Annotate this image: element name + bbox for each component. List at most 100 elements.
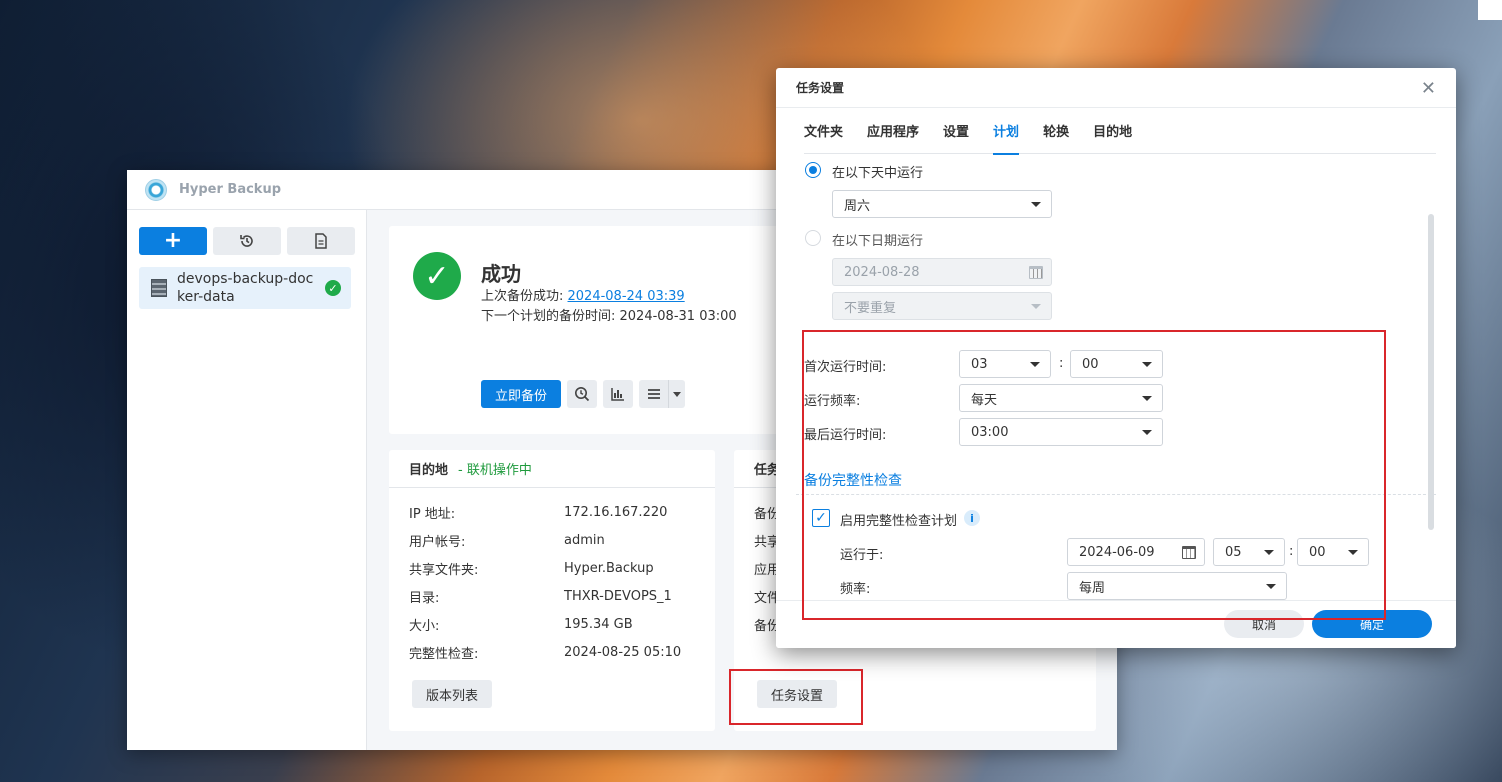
destination-title: 目的地 <box>409 463 449 478</box>
cancel-button[interactable]: 取消 <box>1224 610 1304 638</box>
tab-destination[interactable]: 目的地 <box>1093 108 1132 154</box>
calendar-icon <box>1182 546 1196 559</box>
tab-rotation[interactable]: 轮换 <box>1043 108 1069 154</box>
enable-integrity-checkbox[interactable]: ✓ <box>812 509 830 527</box>
log-button[interactable] <box>287 227 355 255</box>
last-run-select[interactable]: 03:00 <box>959 418 1163 446</box>
run-on-days-radio[interactable] <box>805 162 821 178</box>
info-value: 2024-08-25 05:10 <box>564 644 682 660</box>
run-at-label: 运行于: <box>840 548 884 563</box>
chevron-down-icon <box>1266 584 1276 589</box>
integrity-frequency-label: 频率: <box>840 582 871 597</box>
ok-button[interactable]: 确定 <box>1312 610 1432 638</box>
info-row: 目录: THXR-DEVOPS_1 <box>409 582 705 610</box>
next-backup-line: 下一个计划的备份时间: 2024-08-31 03:00 <box>481 309 737 324</box>
last-backup-link[interactable]: 2024-08-24 03:39 <box>568 289 685 304</box>
calendar-icon <box>1029 266 1043 279</box>
destination-header: 目的地 - 联机操作中 <box>389 450 715 488</box>
task-settings-dialog: 任务设置 ✕ 文件夹 应用程序 设置 计划 轮换 目的地 在以下天中运行 周六 … <box>776 68 1456 648</box>
frequency-select[interactable]: 每天 <box>959 384 1163 412</box>
status-title: 成功 <box>481 262 521 286</box>
info-row: 用户帐号: admin <box>409 526 705 554</box>
time-separator: : <box>1289 544 1294 559</box>
chevron-down-icon <box>1031 304 1041 309</box>
first-run-minute-select[interactable]: 00 <box>1070 350 1163 378</box>
info-row: 大小: 195.34 GB <box>409 610 705 638</box>
info-row: IP 地址: 172.16.167.220 <box>409 498 705 526</box>
integrity-hour-select[interactable]: 05 <box>1213 538 1285 566</box>
destination-card: 目的地 - 联机操作中 IP 地址: 172.16.167.220 用户帐号: ad… <box>389 450 715 731</box>
repeat-select[interactable]: 不要重复 <box>832 292 1052 320</box>
destination-info-table: IP 地址: 172.16.167.220 用户帐号: admin 共享文件夹: Hy… <box>409 498 705 666</box>
info-key: IP 地址: <box>409 506 456 522</box>
tab-applications[interactable]: 应用程序 <box>867 108 919 154</box>
day-select[interactable]: 周六 <box>832 190 1052 218</box>
info-row: 完整性检查: 2024-08-25 05:10 <box>409 638 705 666</box>
chevron-down-icon <box>1030 362 1040 367</box>
last-backup-line: 上次备份成功: 2024-08-24 03:39 <box>481 285 685 304</box>
date-field[interactable]: 2024-08-28 <box>832 258 1052 286</box>
document-icon <box>315 233 327 249</box>
day-select-value: 周六 <box>844 198 871 214</box>
success-check-icon: ✓ <box>413 252 461 300</box>
dialog-scrollbar[interactable] <box>1428 214 1434 530</box>
first-run-hour-value: 03 <box>971 356 988 372</box>
integrity-minute-select[interactable]: 00 <box>1297 538 1369 566</box>
info-key: 目录: <box>409 590 440 606</box>
version-browser-button[interactable] <box>567 380 597 408</box>
add-task-button[interactable]: + <box>139 227 207 255</box>
integrity-date-field[interactable]: 2024-06-09 <box>1067 538 1205 566</box>
tab-schedule[interactable]: 计划 <box>993 108 1020 155</box>
tab-settings[interactable]: 设置 <box>943 108 969 154</box>
run-on-date-label: 在以下日期运行 <box>832 234 924 249</box>
info-value: Hyper.Backup <box>564 560 654 576</box>
status-card: ✓ 成功 上次备份成功: 2024-08-24 03:39 下一个计划的备份时间… <box>389 226 809 434</box>
last-backup-label: 上次备份成功: <box>481 289 568 304</box>
chevron-down-icon <box>1142 430 1152 435</box>
backup-now-button[interactable]: 立即备份 <box>481 380 561 408</box>
chevron-down-icon <box>1142 362 1152 367</box>
clock-search-icon <box>575 387 590 402</box>
hamburger-icon <box>639 380 669 408</box>
info-value: admin <box>564 532 605 548</box>
enable-integrity-label: 启用完整性检查计划 <box>840 514 958 529</box>
chevron-down-icon <box>1264 550 1274 555</box>
first-run-hour-select[interactable]: 03 <box>959 350 1051 378</box>
restore-button[interactable] <box>213 227 281 255</box>
integrity-frequency-select[interactable]: 每周 <box>1067 572 1287 600</box>
hyper-backup-logo-icon <box>145 178 167 201</box>
frequency-label: 运行频率: <box>804 394 861 409</box>
info-icon[interactable]: i <box>964 510 980 526</box>
date-field-value: 2024-08-28 <box>844 264 920 280</box>
bar-chart-icon <box>611 388 624 401</box>
tab-folders[interactable]: 文件夹 <box>804 108 843 154</box>
sidebar: + devops-backup-docker-data ✓ <box>127 210 367 750</box>
task-settings-button[interactable]: 任务设置 <box>757 680 837 708</box>
online-status: - 联机操作中 <box>458 463 532 478</box>
history-icon <box>240 235 253 247</box>
chevron-down-icon <box>669 391 685 397</box>
run-on-date-radio[interactable] <box>805 230 821 246</box>
sidebar-item-task[interactable]: devops-backup-docker-data ✓ <box>139 267 351 309</box>
run-on-days-label: 在以下天中运行 <box>832 166 924 181</box>
first-run-label: 首次运行时间: <box>804 360 887 375</box>
last-run-label: 最后运行时间: <box>804 428 887 443</box>
success-check-icon: ✓ <box>325 280 341 296</box>
version-list-button[interactable]: 版本列表 <box>412 680 492 708</box>
corner-mark <box>1478 0 1502 20</box>
info-key: 用户帐号: <box>409 534 466 550</box>
more-actions-menu[interactable] <box>639 380 685 408</box>
chevron-down-icon <box>1142 396 1152 401</box>
dialog-title: 任务设置 <box>796 81 845 95</box>
info-value: 195.34 GB <box>564 616 633 632</box>
close-icon[interactable]: ✕ <box>1421 78 1436 99</box>
integrity-hour-value: 05 <box>1225 544 1242 560</box>
task-name: devops-backup-docker-data <box>177 271 314 305</box>
frequency-value: 每天 <box>971 392 998 408</box>
server-icon <box>151 279 167 297</box>
dialog-titlebar[interactable]: 任务设置 <box>776 68 1456 108</box>
info-value: 172.16.167.220 <box>564 504 668 520</box>
integrity-frequency-value: 每周 <box>1079 580 1106 596</box>
chevron-down-icon <box>1031 202 1041 207</box>
statistics-button[interactable] <box>603 380 633 408</box>
